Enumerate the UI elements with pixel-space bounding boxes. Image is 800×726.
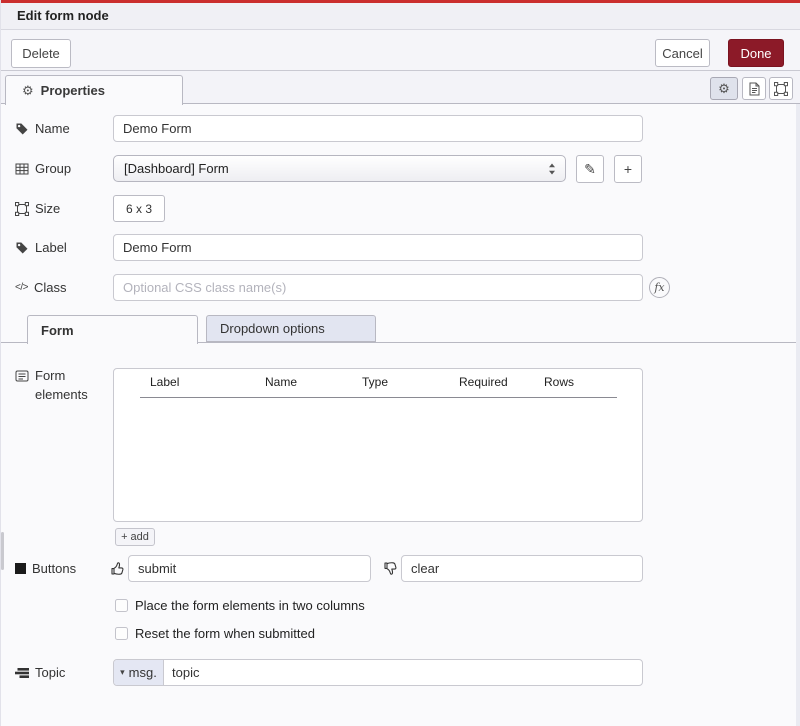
fx-expand-button[interactable]: fx (649, 277, 670, 298)
tasks-icon (15, 666, 29, 680)
edit-form-node-dialog: Edit form node Delete Cancel Done ⚙ Prop… (0, 0, 800, 726)
right-edge-strip (796, 104, 800, 726)
thumbs-up-icon (111, 561, 126, 576)
delete-button[interactable]: Delete (11, 39, 71, 68)
topic-typed-input: ▾ msg. (113, 659, 643, 686)
table-icon (15, 162, 29, 176)
col-rows: Rows (544, 375, 574, 389)
topic-type-label: msg. (129, 665, 157, 680)
document-icon (747, 82, 761, 96)
class-label: </> Class (15, 280, 66, 295)
label-input[interactable] (113, 234, 643, 261)
two-columns-option: Place the form elements in two columns (115, 598, 365, 613)
scrollbar-thumb[interactable] (1, 532, 4, 570)
topic-label: Topic (15, 665, 65, 680)
col-type: Type (362, 375, 388, 389)
group-select-value: [Dashboard] Form (124, 161, 547, 176)
header-divider (140, 397, 617, 398)
form-elements-header-row: Label Name Type Required Rows (114, 375, 642, 391)
list-alt-icon (15, 369, 29, 383)
plus-icon: + (121, 531, 127, 543)
appearance-button[interactable] (769, 77, 793, 100)
group-select[interactable]: [Dashboard] Form (113, 155, 566, 182)
tag-icon (15, 241, 29, 255)
tag-icon (15, 122, 29, 136)
fx-icon: fx (654, 281, 664, 294)
plus-icon: + (624, 161, 632, 177)
object-group-icon (15, 202, 29, 216)
col-name: Name (265, 375, 297, 389)
thumbs-down-icon (384, 561, 399, 576)
object-group-icon (774, 82, 788, 96)
tab-properties[interactable]: ⚙ Properties (5, 75, 183, 105)
square-icon (15, 563, 26, 574)
gear-icon: ⚙ (22, 84, 34, 97)
done-button[interactable]: Done (728, 39, 784, 67)
dialog-toolbar: Delete Cancel Done (1, 30, 800, 71)
label-label: Label (15, 240, 67, 255)
gear-icon: ⚙ (718, 82, 730, 95)
col-label: Label (150, 375, 179, 389)
size-label: Size (15, 201, 60, 216)
topic-input[interactable] (164, 660, 642, 685)
reset-form-option: Reset the form when submitted (115, 626, 315, 641)
cancel-button[interactable]: Cancel (655, 39, 710, 67)
properties-gear-button[interactable]: ⚙ (710, 77, 738, 100)
two-columns-label: Place the form elements in two columns (135, 598, 365, 613)
size-value: 6 x 3 (126, 202, 152, 216)
form-elements-table[interactable]: Label Name Type Required Rows (113, 368, 643, 522)
code-icon: </> (15, 282, 28, 293)
description-button[interactable] (742, 77, 766, 100)
pencil-icon: ✎ (584, 161, 596, 178)
caret-down-icon: ▾ (120, 667, 125, 678)
two-columns-checkbox[interactable] (115, 599, 128, 612)
name-input[interactable] (113, 115, 643, 142)
properties-panel: Name Group [Dashboard] Form ✎ + Si (1, 104, 800, 726)
submit-button-text-input[interactable] (128, 555, 371, 582)
name-label: Name (15, 121, 70, 136)
class-input[interactable] (113, 274, 643, 301)
editor-tab-bar: ⚙ Properties ⚙ (1, 71, 800, 104)
clear-button-text-input[interactable] (401, 555, 643, 582)
size-button[interactable]: 6 x 3 (113, 195, 165, 222)
tab-properties-label: Properties (41, 83, 105, 98)
form-elements-label: Form elements (15, 366, 107, 404)
topic-type-button[interactable]: ▾ msg. (114, 660, 164, 685)
buttons-label: Buttons (15, 561, 76, 576)
add-group-button[interactable]: + (614, 155, 642, 183)
tab-form[interactable]: Form (27, 315, 198, 344)
group-label: Group (15, 161, 71, 176)
select-arrows-icon (547, 162, 557, 176)
edit-group-button[interactable]: ✎ (576, 155, 604, 183)
add-element-button[interactable]: + add (115, 528, 155, 546)
tab-dropdown-options[interactable]: Dropdown options (206, 315, 376, 342)
dialog-title: Edit form node (1, 3, 800, 30)
col-required: Required (459, 375, 508, 389)
form-subtab-bar: Form Dropdown options (1, 315, 800, 343)
reset-form-checkbox[interactable] (115, 627, 128, 640)
reset-form-label: Reset the form when submitted (135, 626, 315, 641)
